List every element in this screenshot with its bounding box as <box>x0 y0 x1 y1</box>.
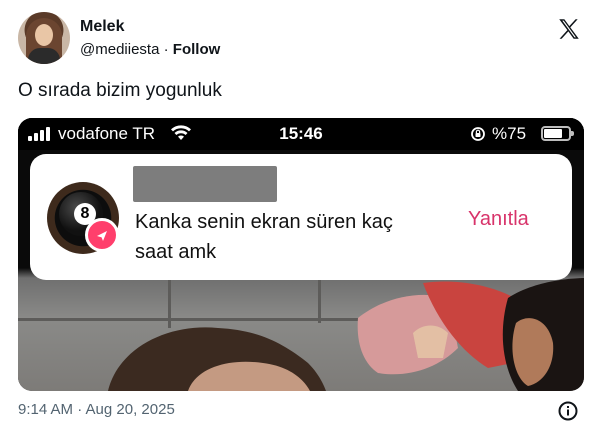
rotation-lock-icon <box>471 127 485 141</box>
author-handle-row: @mediiesta · Follow <box>80 41 220 58</box>
info-icon[interactable] <box>557 400 579 422</box>
follow-button[interactable]: Follow <box>173 41 221 58</box>
battery-cap <box>571 131 574 136</box>
author-handle[interactable]: @mediiesta <box>80 41 159 58</box>
battery-percentage: %75 <box>492 124 527 143</box>
message-notification[interactable]: 8 Kanka senin ekran süren kaç saat amk Y… <box>30 154 572 280</box>
redacted-sender-name <box>133 166 277 202</box>
avatar-shirt <box>28 48 60 64</box>
tweet-header: Melek @mediiesta · Follow <box>18 12 584 68</box>
tweet-media[interactable]: vodafone TR 15:46 %75 8 Kanka senin ekra… <box>18 118 584 391</box>
notification-message: Kanka senin ekran süren kaç saat amk <box>135 211 393 263</box>
reply-button[interactable]: Yanıtla <box>468 208 529 231</box>
avatar-face <box>35 24 53 46</box>
tweet-timestamp[interactable]: 9:14 AM · Aug 20, 2025 <box>18 401 175 418</box>
separator-dot: · <box>163 41 169 58</box>
battery-fill <box>544 129 562 138</box>
phone-status-bar: vodafone TR 15:46 %75 <box>18 118 584 150</box>
send-badge <box>85 218 119 252</box>
send-icon <box>97 231 107 241</box>
author-avatar[interactable] <box>18 12 70 64</box>
battery-icon <box>541 126 574 141</box>
author-name[interactable]: Melek <box>80 18 124 36</box>
tweet-text: O sırada bizim yogunluk <box>18 80 222 101</box>
x-logo-icon[interactable] <box>556 16 582 42</box>
